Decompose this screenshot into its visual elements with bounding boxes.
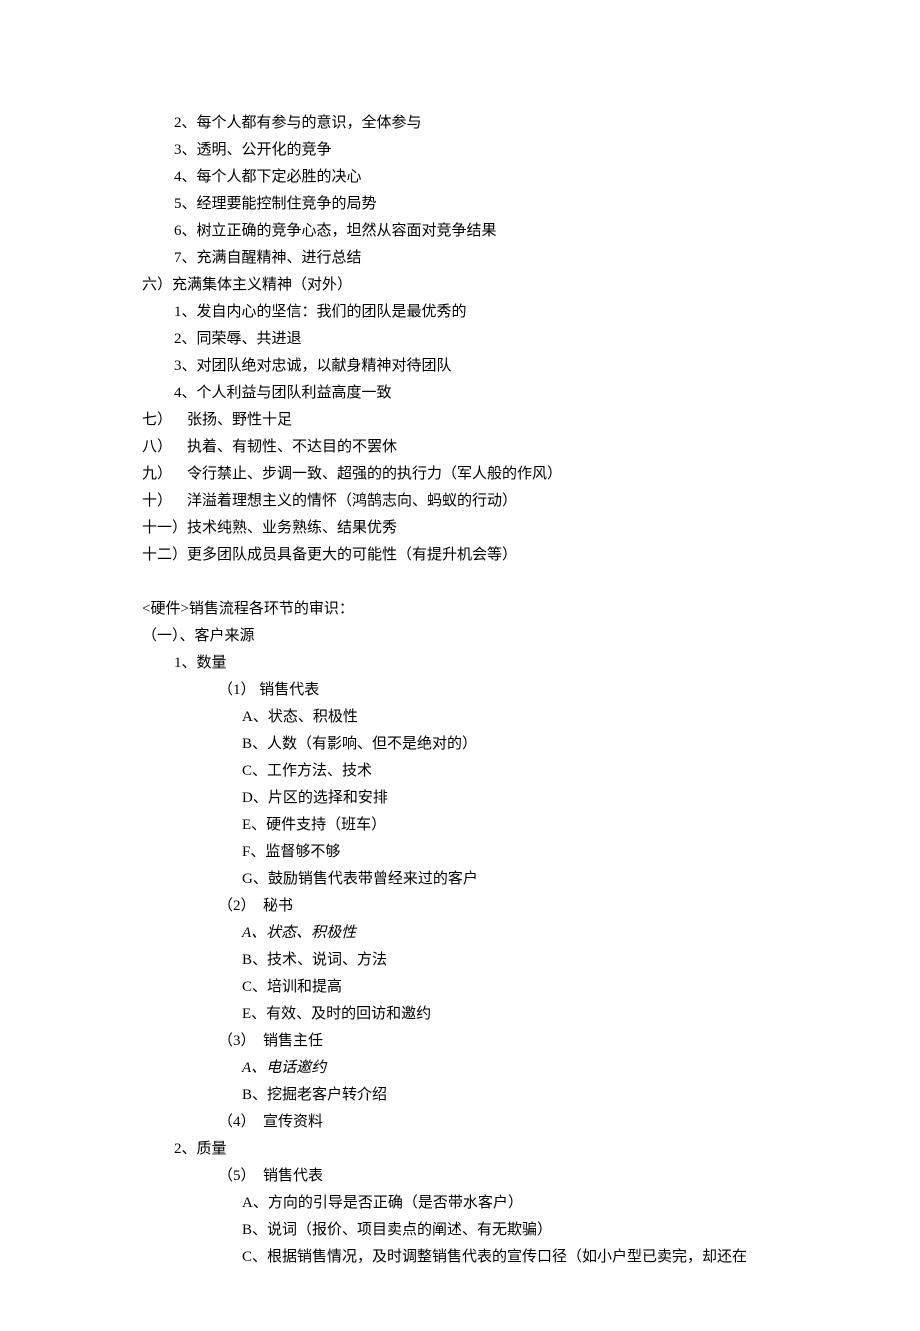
sub-heading: 2、质量 bbox=[142, 1136, 850, 1163]
list-item: A、状态、积极性 bbox=[142, 920, 850, 947]
list-item-text: A、状态、积极性 bbox=[242, 925, 356, 941]
group-heading: （1） 销售代表 bbox=[142, 677, 850, 704]
list-item: 1、发自内心的坚信：我们的团队是最优秀的 bbox=[142, 299, 850, 326]
group-heading: （4） 宣传资料 bbox=[142, 1109, 850, 1136]
section-heading: 八） 执着、有韧性、不达目的不罢休 bbox=[142, 434, 850, 461]
section-heading: 十一）技术纯熟、业务熟练、结果优秀 bbox=[142, 515, 850, 542]
list-item: C、根据销售情况，及时调整销售代表的宣传口径（如小户型已卖完，却还在 bbox=[142, 1244, 850, 1271]
list-item: C、工作方法、技术 bbox=[142, 758, 850, 785]
document-body: 2、每个人都有参与的意识，全体参与 3、透明、公开化的竞争 4、每个人都下定必胜… bbox=[0, 110, 920, 1271]
list-item: 2、同荣辱、共进退 bbox=[142, 326, 850, 353]
hardware-title: <硬件>销售流程各环节的审识： bbox=[142, 596, 850, 623]
list-item: 3、对团队绝对忠诚，以献身精神对待团队 bbox=[142, 353, 850, 380]
list-item: B、人数（有影响、但不是绝对的） bbox=[142, 731, 850, 758]
sub-heading: 1、数量 bbox=[142, 650, 850, 677]
list-item: 7、充满自醒精神、进行总结 bbox=[142, 245, 850, 272]
list-item: F、监督够不够 bbox=[142, 839, 850, 866]
list-item: B、技术、说词、方法 bbox=[142, 947, 850, 974]
list-item: B、说词（报价、项目卖点的阐述、有无欺骗） bbox=[142, 1217, 850, 1244]
list-item-text: A、电话邀约 bbox=[242, 1060, 326, 1076]
group-heading: （2） 秘书 bbox=[142, 893, 850, 920]
list-item: C、培训和提高 bbox=[142, 974, 850, 1001]
section-heading: 六）充满集体主义精神（对外） bbox=[142, 272, 850, 299]
list-item: 4、个人利益与团队利益高度一致 bbox=[142, 380, 850, 407]
list-item: 2、每个人都有参与的意识，全体参与 bbox=[142, 110, 850, 137]
list-item: E、有效、及时的回访和邀约 bbox=[142, 1001, 850, 1028]
list-item: B、挖掘老客户转介绍 bbox=[142, 1082, 850, 1109]
list-item: A、方向的引导是否正确（是否带水客户） bbox=[142, 1190, 850, 1217]
list-item: 6、树立正确的竞争心态，坦然从容面对竞争结果 bbox=[142, 218, 850, 245]
list-item: E、硬件支持（班车） bbox=[142, 812, 850, 839]
group-heading: （3） 销售主任 bbox=[142, 1028, 850, 1055]
section-heading: 十二）更多团队成员具备更大的可能性（有提升机会等） bbox=[142, 542, 850, 569]
part-heading: （一）、客户来源 bbox=[142, 623, 850, 650]
list-item: 3、透明、公开化的竞争 bbox=[142, 137, 850, 164]
list-item: A、状态、积极性 bbox=[142, 704, 850, 731]
section-heading: 七） 张扬、野性十足 bbox=[142, 407, 850, 434]
group-heading: （5） 销售代表 bbox=[142, 1163, 850, 1190]
list-item: D、片区的选择和安排 bbox=[142, 785, 850, 812]
list-item: 4、每个人都下定必胜的决心 bbox=[142, 164, 850, 191]
spacer bbox=[142, 569, 850, 596]
section-heading: 九） 令行禁止、步调一致、超强的的执行力（军人般的作风） bbox=[142, 461, 850, 488]
list-item: A、电话邀约 bbox=[142, 1055, 850, 1082]
section-heading: 十） 洋溢着理想主义的情怀（鸿鹄志向、蚂蚁的行动） bbox=[142, 488, 850, 515]
list-item: 5、经理要能控制住竞争的局势 bbox=[142, 191, 850, 218]
list-item: G、鼓励销售代表带曾经来过的客户 bbox=[142, 866, 850, 893]
